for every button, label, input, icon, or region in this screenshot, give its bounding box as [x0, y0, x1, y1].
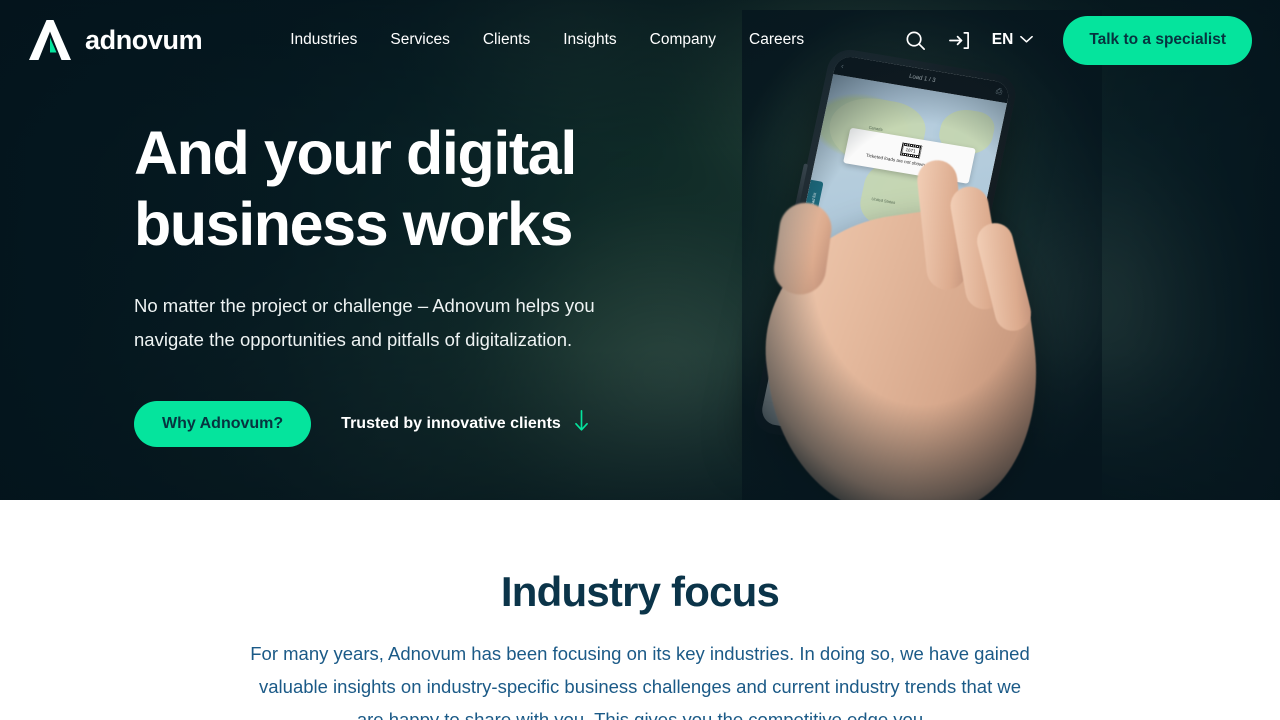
industry-focus-body: For many years, Adnovum has been focusin… [250, 643, 1030, 720]
qr-code-icon: 1671 [899, 142, 922, 159]
nav-menu: Industries Services Clients Insights Com… [290, 31, 804, 49]
why-adnovum-button[interactable]: Why Adnovum? [134, 400, 312, 447]
nav-actions: EN Talk to a specialist [904, 15, 1252, 65]
brand-name: adnovum [85, 24, 203, 55]
brand-logo-link[interactable]: adnovum [28, 19, 203, 61]
talk-to-specialist-button[interactable]: Talk to a specialist [1063, 15, 1252, 65]
hero-heading-line-1: And your digital [134, 119, 577, 187]
nav-item-industries[interactable]: Industries [290, 31, 357, 49]
nav-item-clients[interactable]: Clients [483, 31, 530, 49]
arrow-down-icon [573, 409, 590, 438]
trusted-by-clients-link[interactable]: Trusted by innovative clients [341, 409, 590, 438]
industry-focus-section: Industry focus For many years, Adnovum h… [0, 500, 1280, 720]
hero-phone-photo: ‹ Load 1 / 3 ⎙ Canada United States Mexi… [742, 10, 1102, 500]
trusted-by-clients-label: Trusted by innovative clients [341, 414, 561, 432]
thumb [770, 199, 835, 298]
nav-item-careers[interactable]: Careers [749, 31, 804, 49]
hero-actions: Why Adnovum? Trusted by innovative clien… [134, 400, 754, 447]
hero-section: ‹ Load 1 / 3 ⎙ Canada United States Mexi… [0, 0, 1280, 500]
main-navigation: adnovum Industries Services Clients Insi… [0, 0, 1280, 80]
hero-subheading: No matter the project or challenge – Adn… [134, 294, 595, 350]
chevron-down-icon [1020, 31, 1034, 49]
search-icon[interactable] [904, 28, 928, 52]
language-label: EN [991, 31, 1014, 48]
nav-item-services[interactable]: Services [390, 31, 449, 49]
adnovum-a-logo-icon [28, 19, 72, 61]
nav-item-company[interactable]: Company [650, 31, 716, 49]
hero-heading: And your digital business works [134, 118, 754, 260]
industry-focus-title: Industry focus [500, 568, 780, 615]
language-selector[interactable]: EN [992, 31, 1034, 49]
page-root: ‹ Load 1 / 3 ⎙ Canada United States Mexi… [0, 0, 1280, 720]
login-icon[interactable] [948, 28, 972, 52]
nav-item-insights[interactable]: Insights [563, 31, 616, 49]
hero-copy: And your digital business works No matte… [134, 118, 754, 447]
printer-icon: ⎙ [995, 86, 1004, 97]
qr-code-number: 1671 [905, 147, 916, 155]
hero-heading-line-2: business works [134, 189, 573, 258]
